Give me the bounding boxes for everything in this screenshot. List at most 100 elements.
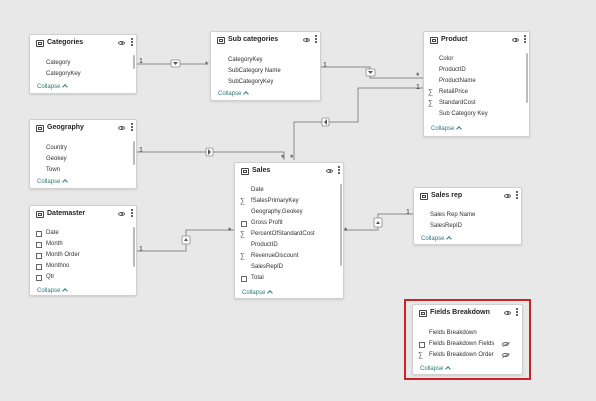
more-options-icon[interactable]: [524, 35, 527, 46]
field-scrollbar[interactable]: [133, 55, 135, 69]
field-row[interactable]: ProductID: [424, 65, 529, 76]
field-row[interactable]: RetailPrice: [424, 87, 529, 98]
field-label: StandardCost: [439, 100, 476, 106]
visibility-eye-icon[interactable]: [504, 194, 511, 198]
field-label: RetailPrice: [439, 89, 469, 95]
field-row[interactable]: Gross Profit: [235, 218, 343, 229]
cardinality-many: *: [416, 71, 420, 81]
field-scrollbar[interactable]: [340, 184, 342, 266]
measure-icon: [241, 276, 247, 282]
field-row[interactable]: RevenueDiscount: [235, 251, 343, 262]
table-title: Categories: [47, 39, 84, 46]
table-icon: [36, 40, 44, 47]
field-row[interactable]: StandardCost: [424, 98, 529, 109]
field-row[interactable]: Qtr: [30, 272, 136, 283]
table-card-subcategories[interactable]: Sub categories CategoryKey SubCategory N…: [210, 31, 321, 101]
table-header[interactable]: Datemaster: [30, 206, 136, 224]
field-row[interactable]: Date: [235, 185, 343, 196]
table-header[interactable]: Sales rep: [414, 188, 521, 206]
table-card-categories[interactable]: Categories Category CategoryKey Collapse: [29, 34, 137, 94]
table-header[interactable]: Product: [424, 32, 529, 50]
visibility-eye-icon[interactable]: [303, 38, 310, 42]
table-title: Datemaster: [47, 210, 86, 217]
field-row[interactable]: Town: [30, 165, 136, 176]
field-row[interactable]: Month Order: [30, 250, 136, 261]
more-options-icon[interactable]: [338, 166, 341, 177]
table-card-datemaster[interactable]: Datemaster Date Month Month Order Monthn…: [29, 205, 137, 296]
calendar-column-icon: [36, 264, 42, 270]
field-scrollbar[interactable]: [526, 53, 528, 103]
field-row[interactable]: SubCategoryKey: [211, 77, 320, 88]
visibility-eye-icon[interactable]: [118, 212, 125, 216]
model-canvas[interactable]: 1 * 1 * 1 * 1 * 1 * * 1 Categories Categ…: [0, 0, 596, 401]
cardinality-many: *: [228, 226, 232, 236]
field-label: ProductID: [439, 67, 466, 73]
more-options-icon[interactable]: [131, 38, 134, 49]
field-row[interactable]: SubCategory Name: [211, 66, 320, 77]
calendar-column-icon: [36, 275, 42, 281]
cardinality-one: 1: [323, 62, 327, 69]
visibility-eye-icon[interactable]: [118, 126, 125, 130]
table-card-sales[interactable]: Sales Date fSalesPrimaryKey Geography.Ge…: [234, 162, 344, 299]
collapse-link[interactable]: Collapse: [421, 236, 451, 242]
table-card-salesrep[interactable]: Sales rep Sales Rep Name SalesRepID Coll…: [413, 187, 522, 245]
field-label: Town: [46, 167, 61, 173]
table-header[interactable]: Sales: [235, 163, 343, 181]
field-label: Gross Profit: [251, 220, 283, 226]
field-row[interactable]: Sales Rep Name: [414, 210, 521, 221]
table-title: Sales: [252, 167, 271, 174]
field-label: Sales Rep Name: [430, 212, 476, 218]
collapse-link[interactable]: Collapse: [37, 288, 67, 294]
highlight-box: [404, 299, 531, 380]
visibility-eye-icon[interactable]: [118, 41, 125, 45]
field-scrollbar[interactable]: [133, 227, 135, 267]
more-options-icon[interactable]: [516, 191, 519, 202]
field-label: SubCategoryKey: [228, 79, 274, 85]
more-options-icon[interactable]: [315, 35, 318, 46]
table-header[interactable]: Categories: [30, 35, 136, 53]
visibility-eye-icon[interactable]: [512, 38, 519, 42]
collapse-link[interactable]: Collapse: [218, 91, 248, 97]
collapse-link[interactable]: Collapse: [37, 179, 67, 185]
sigma-icon: [239, 198, 246, 205]
table-title: Geography: [47, 124, 84, 131]
field-row[interactable]: CategoryKey: [211, 55, 320, 66]
field-row[interactable]: CategoryKey: [30, 69, 136, 80]
field-row[interactable]: ProductName: [424, 76, 529, 87]
field-row[interactable]: PercentOfStandardCost: [235, 229, 343, 240]
table-card-geography[interactable]: Geography Country Geokey Town Collapse: [29, 119, 137, 189]
field-row[interactable]: Country: [30, 143, 136, 154]
field-row[interactable]: Color: [424, 54, 529, 65]
field-label: Month: [46, 241, 63, 247]
field-row[interactable]: Geography.Geokey: [235, 207, 343, 218]
collapse-link[interactable]: Collapse: [37, 84, 67, 90]
field-row[interactable]: Total: [235, 273, 343, 284]
table-icon: [430, 37, 438, 44]
table-card-product[interactable]: Product Color ProductID ProductName Reta…: [423, 31, 530, 137]
field-row[interactable]: SalesRepID: [235, 262, 343, 273]
field-label: RevenueDiscount: [251, 253, 299, 259]
more-options-icon[interactable]: [131, 209, 134, 220]
field-row[interactable]: Monthno: [30, 261, 136, 272]
field-row[interactable]: Sub Category Key: [424, 109, 529, 120]
sigma-icon: [239, 253, 246, 260]
field-row[interactable]: fSalesPrimaryKey: [235, 196, 343, 207]
field-label: Qtr: [46, 274, 55, 280]
field-row[interactable]: Date: [30, 228, 136, 239]
visibility-eye-icon[interactable]: [326, 169, 333, 173]
more-options-icon[interactable]: [131, 123, 134, 134]
table-header[interactable]: Sub categories: [211, 32, 320, 50]
table-header[interactable]: Geography: [30, 120, 136, 138]
field-label: CategoryKey: [46, 71, 81, 77]
field-row[interactable]: Geokey: [30, 154, 136, 165]
field-row[interactable]: SalesRepID: [414, 221, 521, 232]
field-scrollbar[interactable]: [133, 141, 135, 165]
field-label: PercentOfStandardCost: [251, 231, 315, 237]
collapse-link[interactable]: Collapse: [431, 126, 461, 132]
cardinality-many: *: [344, 226, 348, 236]
field-row[interactable]: Category: [30, 58, 136, 69]
collapse-link[interactable]: Collapse: [242, 290, 272, 296]
field-row[interactable]: Month: [30, 239, 136, 250]
field-row[interactable]: ProductID: [235, 240, 343, 251]
field-label: Country: [46, 145, 68, 151]
